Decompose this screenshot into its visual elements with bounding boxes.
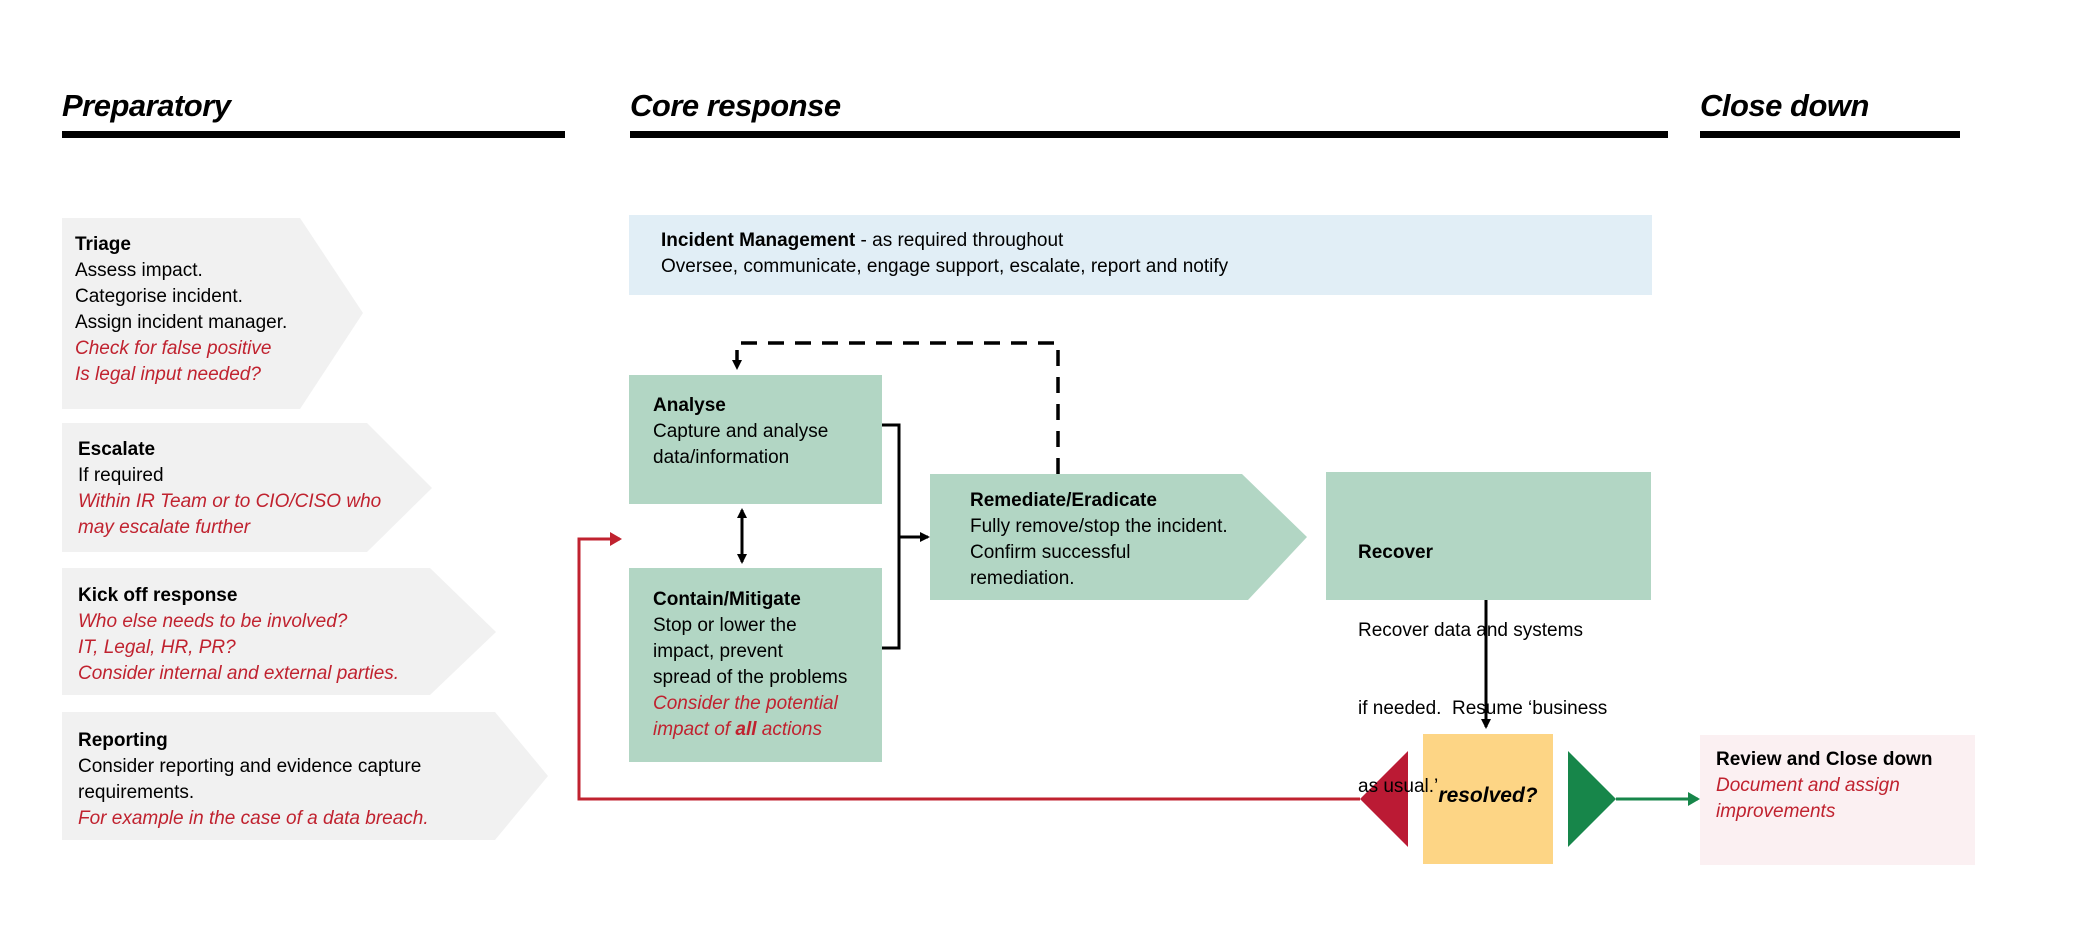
remediate-card: Remediate/Eradicate Fully remove/stop th… <box>970 488 1228 592</box>
contain-note-bold: all <box>735 719 757 740</box>
contain-line: spread of the problems <box>653 667 848 688</box>
kickoff-card: Kick off response Who else needs to be i… <box>78 583 399 687</box>
recover-card: Recover Recover data and systems if need… <box>1358 488 1607 826</box>
review-note: Document and assign <box>1716 775 1900 796</box>
reporting-heading: Reporting <box>78 730 168 751</box>
analyse-line: Capture and analyse <box>653 421 829 442</box>
contain-heading: Contain/Mitigate <box>653 589 801 610</box>
triage-line: Assess impact. <box>75 260 203 281</box>
incident-management-heading-suffix: - as required throughout <box>855 230 1064 251</box>
review-card: Review and Close down Document and assig… <box>1716 747 1932 825</box>
escalate-note: may escalate further <box>78 517 251 538</box>
triage-card: Triage Assess impact. Categorise inciden… <box>75 232 287 388</box>
triage-heading: Triage <box>75 234 131 255</box>
reporting-line: requirements. <box>78 782 195 803</box>
kickoff-note: Consider internal and external parties. <box>78 663 400 684</box>
escalate-card: Escalate If required Within IR Team or t… <box>78 437 381 541</box>
recover-line: if needed. Resume ‘business <box>1358 698 1608 719</box>
review-heading: Review and Close down <box>1716 749 1933 770</box>
incident-management-heading: Incident Management <box>661 230 856 251</box>
remediate-line: remediation. <box>970 568 1075 589</box>
reporting-note: For example in the case of a data breach… <box>78 808 429 829</box>
escalate-note: Within IR Team or to CIO/CISO who <box>78 491 382 512</box>
recover-line: Recover data and systems <box>1358 620 1583 641</box>
remediate-line: Fully remove/stop the incident. <box>970 516 1228 537</box>
contain-note-pre: impact of <box>653 719 736 740</box>
remediate-heading: Remediate/Eradicate <box>970 490 1157 511</box>
kickoff-heading: Kick off response <box>78 585 238 606</box>
bracket-connector <box>882 423 901 650</box>
remediate-line: Confirm successful <box>970 542 1131 563</box>
resolved-label: resolved? <box>1438 784 1538 807</box>
kickoff-note: IT, Legal, HR, PR? <box>78 637 236 658</box>
contain-line: Stop or lower the <box>653 615 797 636</box>
incident-management-card: Incident Management - as required throug… <box>661 228 1228 280</box>
incident-management-line: Oversee, communicate, engage support, es… <box>661 256 1229 277</box>
analyse-card: Analyse Capture and analyse data/informa… <box>653 393 828 471</box>
kickoff-note: Who else needs to be involved? <box>78 611 348 632</box>
recover-heading: Recover <box>1358 542 1433 563</box>
analyse-heading: Analyse <box>653 395 726 416</box>
analyse-line: data/information <box>653 447 790 468</box>
escalate-line: If required <box>78 465 164 486</box>
reporting-line: Consider reporting and evidence capture <box>78 756 422 777</box>
escalate-heading: Escalate <box>78 439 156 460</box>
triage-note: Check for false positive <box>75 338 272 359</box>
contain-line: impact, prevent <box>653 641 783 662</box>
contain-note-row: impact of all actions <box>653 717 847 743</box>
triage-line: Assign incident manager. <box>75 312 288 333</box>
reporting-card: Reporting Consider reporting and evidenc… <box>78 728 429 832</box>
triage-line: Categorise incident. <box>75 286 243 307</box>
incident-management-title-row: Incident Management - as required throug… <box>661 228 1228 254</box>
contain-note-post: actions <box>756 719 822 740</box>
contain-card: Contain/Mitigate Stop or lower the impac… <box>653 587 847 743</box>
contain-note: Consider the potential <box>653 693 838 714</box>
triage-note: Is legal input needed? <box>75 364 261 385</box>
review-note: improvements <box>1716 801 1836 822</box>
